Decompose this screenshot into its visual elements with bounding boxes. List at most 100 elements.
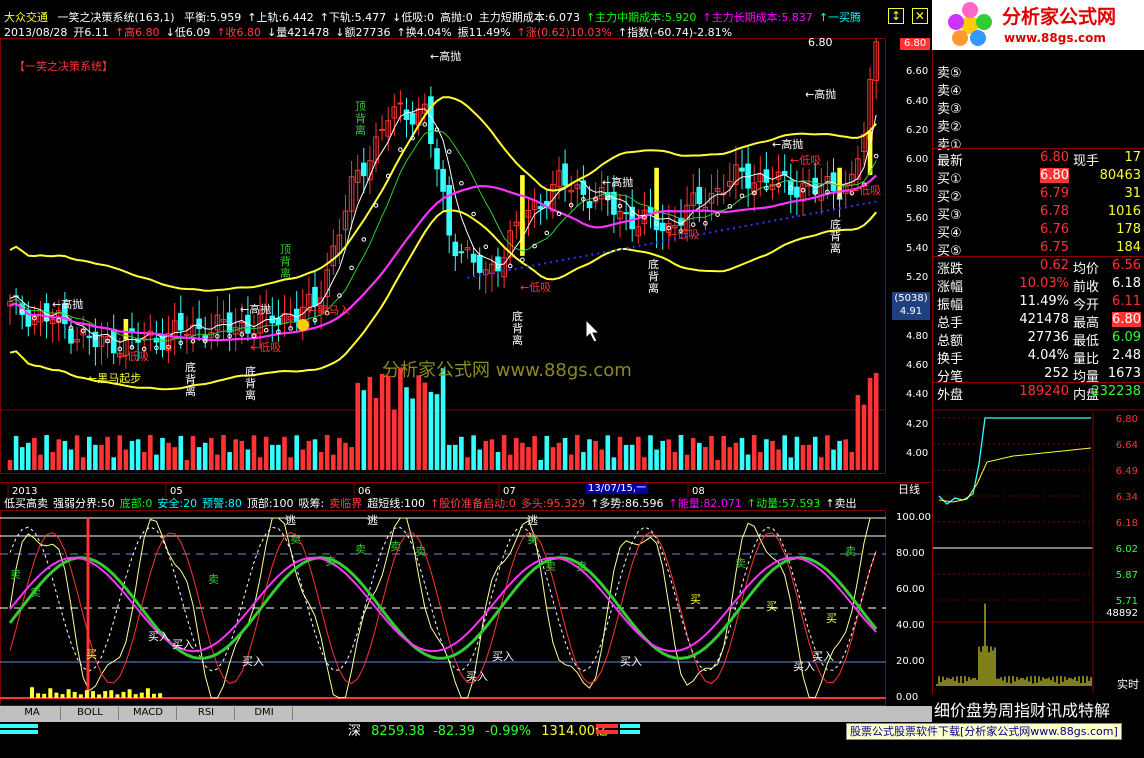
candle-body: [409, 112, 416, 125]
tab-ma[interactable]: MA: [4, 707, 61, 720]
label-gaopao: ←高抛: [602, 175, 633, 189]
bottom-bar: [54, 692, 59, 698]
volume-bar: [428, 391, 434, 470]
volume-bar: [593, 440, 598, 470]
stat-row-v: 252: [1044, 366, 1069, 381]
label-dixi: ←低吸: [250, 341, 281, 354]
label-sell: 卖: [390, 540, 401, 553]
osc-header-8: 超短线:100: [367, 497, 425, 510]
volume-bar: [556, 442, 562, 470]
label-dibeili: 离: [245, 388, 256, 402]
volume-bar: [825, 435, 830, 470]
period-label[interactable]: 日线: [898, 484, 920, 495]
volume-bar: [379, 373, 385, 470]
ask-row: 卖⑤: [933, 60, 1144, 81]
candle-body: [696, 186, 703, 205]
ad-banner[interactable]: 股票公式股票软件下载[分析家公式网www.88gs.com]: [846, 723, 1122, 740]
bid-row: 买④ 6.76 178: [933, 220, 1144, 241]
volume-bar: [507, 454, 513, 470]
label-buy: 买入: [148, 630, 170, 643]
volume-bar: [160, 437, 165, 470]
volume-bar: [501, 435, 507, 470]
volume-bar: [459, 436, 464, 470]
resize-icon[interactable]: ↕: [888, 8, 905, 24]
quote-panel: 卖⑤ 卖④ 卖③ 卖② 卖① 最新 6.80 现手 17 买① 6.80 80463 买② 6.79 31 买…: [932, 50, 1144, 410]
intraday-mini-chart[interactable]: 2013/08/28 6.80 6.64 6.49 6.34 6.18 6.02 5.87 5.…: [932, 392, 1144, 694]
volume-bar: [7, 460, 13, 470]
volume-bar: [331, 454, 336, 470]
oscillator-chart[interactable]: 买入 买入 买入 买入 买入 买入 买入 买入卖卖卖卖卖卖卖卖卖卖卖卖卖逃逃逃买买买买: [0, 510, 886, 706]
bottom-bar: [91, 691, 95, 698]
candle-body: [440, 168, 446, 192]
stat-row-v2: 1673: [1107, 366, 1141, 381]
label-sell: 卖: [355, 543, 366, 556]
volume-bar: [245, 449, 251, 470]
volume-bar: [446, 444, 452, 470]
kline-svg[interactable]: ←高抛←高抛←高抛←高抛←高抛 ←高抛←低吸←低吸←低吸←低吸←低吸←低吸顶背离顶…: [0, 38, 886, 474]
volume-bar: [837, 440, 842, 470]
stat-row-v2: 6.56: [1112, 258, 1141, 273]
candle-body: [226, 312, 233, 333]
bottom-bar: [121, 691, 126, 698]
volume-bar: [349, 447, 354, 470]
date-axis: 2013 05 06 07 08 13/07/15,一 日线: [0, 482, 932, 497]
price-tick: 4.60: [906, 359, 929, 371]
volume-bar: [642, 457, 647, 470]
stock-name[interactable]: 大众交通: [4, 11, 48, 24]
label-buy-short: 买: [86, 648, 97, 661]
label-escape: 逃: [367, 514, 378, 527]
outer-inner-row-l: 外盘: [937, 388, 964, 403]
stat-row-v: 11.49%: [1019, 294, 1069, 309]
index-quote[interactable]: 深 8259.38 -82.39 -0.99% 1314.00亿: [348, 725, 608, 738]
bid-row: 买⑤ 6.75 184: [933, 238, 1144, 259]
price-tick: 5.40: [906, 242, 929, 254]
volume-bar: [697, 442, 702, 470]
formula-name[interactable]: 一笑之决策系统(163,1): [58, 11, 175, 24]
osc-tick: 100.00: [896, 512, 931, 523]
tab-macd[interactable]: MACD: [120, 707, 177, 720]
tab-rsi[interactable]: RSI: [178, 707, 235, 720]
mini-avg-line: [938, 447, 1092, 503]
tab-dmi[interactable]: DMI: [236, 707, 293, 720]
candle-body: [434, 148, 440, 170]
mini-tick: 6.02: [1116, 544, 1138, 555]
mini-vol-tick: 48892: [1106, 608, 1138, 619]
volume-bar: [239, 440, 245, 470]
volume-bar: [251, 435, 257, 470]
label-buy: 买入: [466, 670, 488, 683]
mini-tick: 5.71: [1116, 596, 1138, 607]
stat-row-v2: 6.09: [1112, 330, 1141, 345]
oscillator-axis: 100.00 80.00 60.00 40.00 20.00 0.00: [886, 510, 932, 706]
bottom-bar: [48, 688, 53, 698]
tab-boll[interactable]: BOLL: [62, 707, 119, 720]
kline-chart[interactable]: ←高抛 ←高抛 ←高抛 ←高抛 ←高抛 ←高抛 ←低吸 ←低吸 ←低吸 ←低吸 ←低吸 ←低吸顶背离顶…: [0, 38, 886, 474]
volume-bar: [800, 444, 806, 470]
bottom-bar: [97, 694, 102, 698]
stat-row-v: 0.62: [1040, 258, 1069, 273]
close-icon[interactable]: ✕: [911, 8, 928, 24]
watermark: 分析家公式网 www.88gs.com: [382, 360, 632, 381]
volume-bar: [678, 435, 684, 470]
oscillator-svg[interactable]: 买入买入买入买入买入 买入 买入买入卖卖卖卖卖卖卖卖卖卖卖卖卖逃逃逃买买买买: [0, 510, 886, 706]
label-high: 6.80: [808, 38, 833, 49]
label-dibeili: 底: [648, 257, 659, 271]
osc-tick: 20.00: [896, 656, 925, 667]
outer-inner-row-v2: 232238: [1091, 384, 1141, 399]
status-bars-left: [0, 724, 40, 734]
volume-bar: [770, 441, 775, 470]
label-dixi: ←低吸: [668, 228, 699, 241]
bid-row-v: 6.76: [1040, 222, 1069, 237]
volume-bar: [660, 440, 665, 470]
stat-row: 振幅 11.49% 今开 6.11: [933, 292, 1144, 313]
volume-bar: [38, 454, 43, 470]
volume-bar: [434, 394, 440, 470]
volume-bar: [221, 435, 226, 470]
volume-bar: [416, 375, 421, 470]
window-controls[interactable]: ↕ ✕: [888, 8, 928, 24]
volume-bar: [355, 382, 360, 470]
bottom-tabs-text[interactable]: 细价盘势周指财讯成特解: [934, 703, 1110, 719]
label-dixi: ←低吸: [520, 281, 551, 294]
label-dibeili: 背: [512, 321, 523, 335]
volume-bar: [74, 435, 80, 470]
mini-tick: 5.87: [1116, 570, 1138, 581]
